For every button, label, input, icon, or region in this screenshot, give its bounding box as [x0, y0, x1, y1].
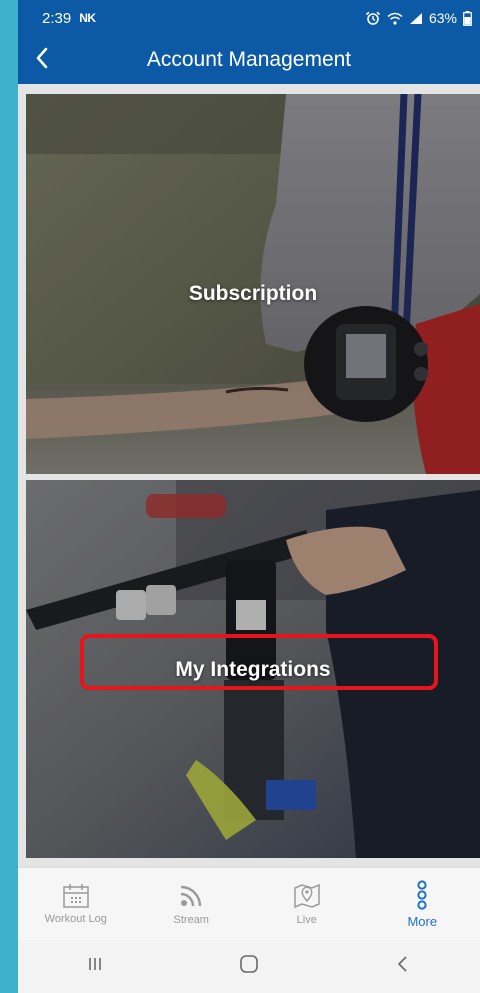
- more-icon: [416, 879, 428, 910]
- back-button[interactable]: [22, 40, 62, 80]
- chevron-left-icon: [35, 47, 49, 74]
- signal-strength-icon: [409, 12, 423, 25]
- tab-label: More: [407, 913, 438, 929]
- page-title: Account Management: [146, 48, 352, 71]
- home-button[interactable]: [219, 947, 279, 987]
- system-nav-bar: [18, 940, 480, 993]
- tab-label: Live: [296, 914, 317, 926]
- status-right: 63%: [365, 10, 472, 26]
- map-pin-icon: [292, 882, 322, 910]
- recent-apps-button[interactable]: [65, 947, 125, 987]
- signal-icon: [177, 882, 205, 910]
- subscription-label: Subscription: [188, 282, 318, 305]
- tab-live[interactable]: Live: [249, 868, 365, 940]
- subscription-card[interactable]: Subscription: [26, 94, 480, 474]
- back-arrow-icon: [396, 955, 410, 978]
- wifi-icon: [387, 12, 403, 25]
- tab-workout-log[interactable]: Workout Log: [18, 868, 134, 940]
- status-left: 2:39 NK: [42, 10, 96, 27]
- bottom-tab-bar: Workout Log Stream Live More: [18, 867, 480, 940]
- battery-percent: 63%: [428, 10, 457, 26]
- account-options-list: Subscription My Integrations: [18, 84, 480, 867]
- app-badge: NK: [79, 11, 96, 25]
- alarm-icon: [365, 11, 381, 25]
- app-bar: Account Management: [18, 36, 480, 84]
- tab-label: Stream: [173, 914, 209, 926]
- phone-screen: 2:39 NK 63% Account Management Subscript…: [18, 0, 480, 993]
- system-back-button[interactable]: [373, 947, 433, 987]
- tab-more[interactable]: More: [365, 868, 480, 940]
- recent-apps-icon: [87, 956, 103, 977]
- battery-icon: [463, 10, 472, 26]
- home-icon: [239, 954, 259, 979]
- my-integrations-card[interactable]: My Integrations: [26, 480, 480, 858]
- status-time: 2:39: [42, 9, 72, 27]
- tab-label: Workout Log: [44, 913, 107, 925]
- status-bar: 2:39 NK 63%: [18, 0, 480, 36]
- my-integrations-label: My Integrations: [175, 658, 331, 681]
- tab-stream[interactable]: Stream: [134, 868, 250, 940]
- calendar-icon: [62, 883, 90, 909]
